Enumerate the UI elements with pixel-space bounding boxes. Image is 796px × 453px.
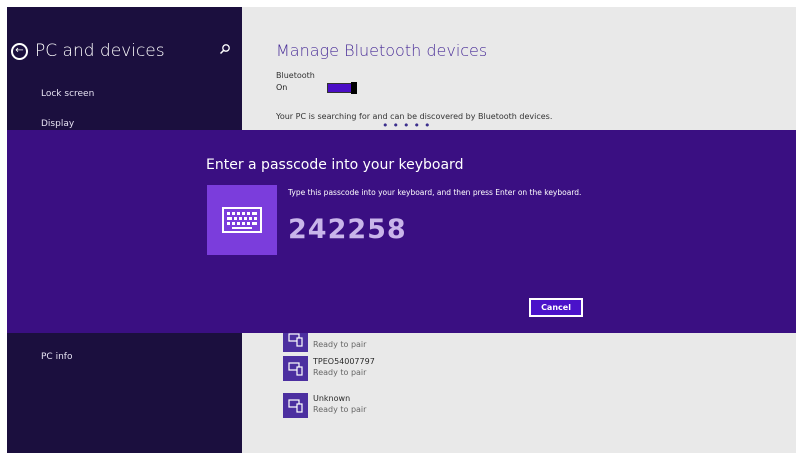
device-item[interactable]: TPEO54007797 Ready to pair	[283, 356, 375, 382]
bluetooth-toggle[interactable]	[327, 82, 357, 94]
sidebar-header: ← PC and devices	[11, 39, 165, 63]
search-icon[interactable]	[219, 43, 231, 55]
passcode-dialog: Enter a passcode into your keyboard Type…	[7, 130, 796, 333]
device-item[interactable]: Unknown Ready to pair	[283, 393, 366, 419]
device-status: Ready to pair	[313, 340, 367, 349]
sidebar-item-lock-screen[interactable]: Lock screen	[41, 89, 94, 99]
dialog-title: Enter a passcode into your keyboard	[206, 157, 464, 173]
sidebar-title: PC and devices	[35, 41, 165, 61]
toggle-knob	[351, 82, 357, 94]
bluetooth-label: Bluetooth	[276, 71, 315, 80]
device-name: TPEO54007797	[313, 357, 375, 366]
cancel-button[interactable]: Cancel	[529, 298, 583, 317]
passcode-text: 242258	[288, 214, 407, 245]
device-name: Unknown	[313, 394, 351, 403]
device-icon	[283, 356, 308, 381]
dialog-instruction: Type this passcode into your keyboard, a…	[288, 188, 582, 197]
sidebar-item-display[interactable]: Display	[41, 119, 74, 129]
keyboard-tile	[207, 185, 277, 255]
settings-screen: ← PC and devices Lock screen Display PC …	[7, 7, 796, 453]
device-icon	[283, 393, 308, 418]
bluetooth-state: On	[276, 83, 288, 92]
page-title: Manage Bluetooth devices	[276, 41, 488, 60]
keyboard-icon	[222, 207, 262, 233]
back-arrow-icon[interactable]: ←	[11, 42, 28, 60]
device-status: Ready to pair	[313, 368, 367, 377]
sidebar-item-pc-info[interactable]: PC info	[41, 352, 72, 362]
device-status: Ready to pair	[313, 405, 367, 414]
